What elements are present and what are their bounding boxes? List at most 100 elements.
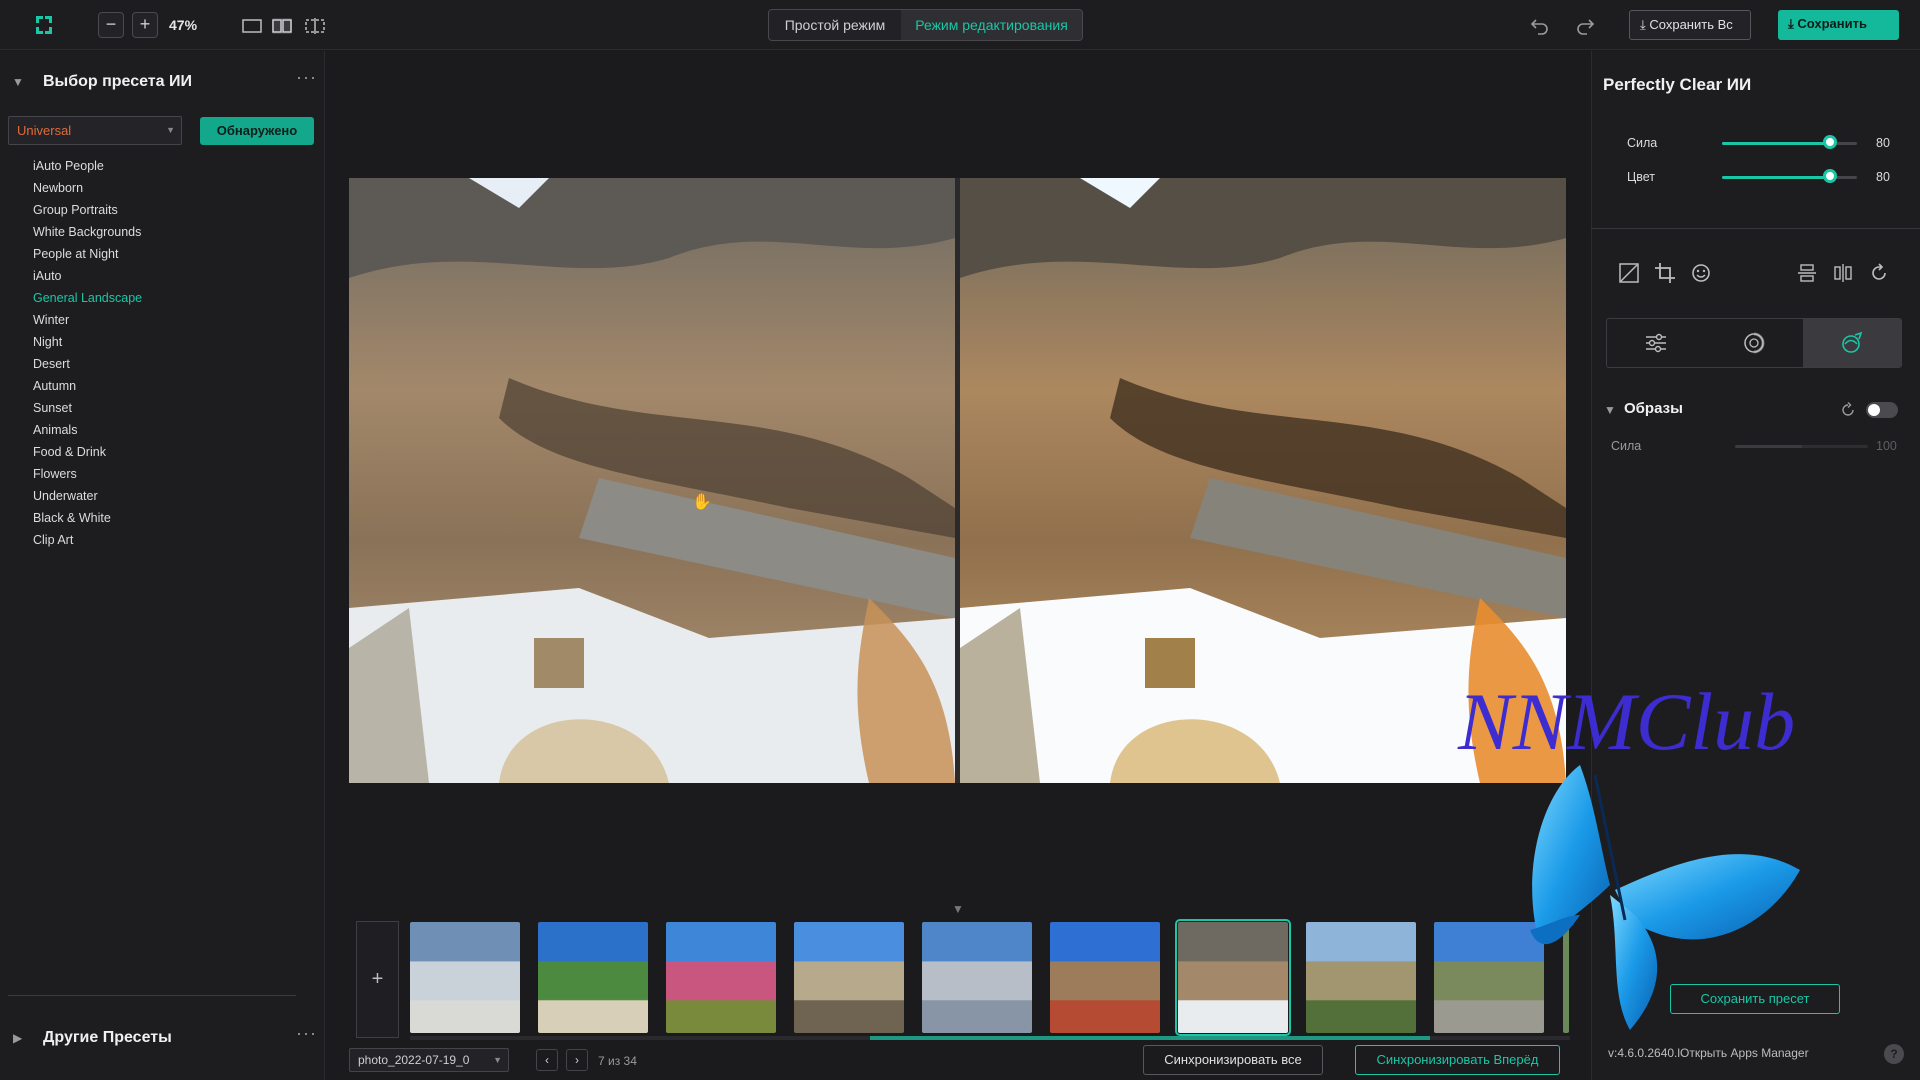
preset-item[interactable]: Desert [33, 353, 142, 375]
strength-slider-handle[interactable] [1823, 135, 1837, 149]
adjust-title: Perfectly Clear ИИ [1603, 75, 1752, 94]
color-value[interactable]: 80 [1876, 170, 1890, 184]
color-wheel-icon [1744, 332, 1765, 354]
sliders-icon [1646, 333, 1666, 353]
top-toolbar: − + 47% Простой режим Режим редактирован… [0, 0, 1920, 50]
zoom-level[interactable]: 47% [169, 17, 197, 33]
save-label: Сохранить [1797, 16, 1867, 31]
more-options-icon[interactable]: ··· [296, 1023, 317, 1044]
download-icon: ⤓ [1640, 17, 1646, 32]
toggle-knob [1868, 404, 1880, 416]
preset-item[interactable]: Clip Art [33, 529, 142, 551]
preset-item[interactable]: Black & White [33, 507, 142, 529]
hand-cursor-icon: ✋ [692, 494, 712, 511]
tab-color[interactable] [1705, 319, 1803, 367]
filmstrip-thumbnail[interactable] [794, 922, 904, 1033]
preset-item[interactable]: White Backgrounds [33, 221, 142, 243]
preset-item[interactable]: Food & Drink [33, 441, 142, 463]
filmstrip-thumbnail[interactable] [1050, 922, 1160, 1033]
collapse-arrow-icon[interactable]: ▼ [1604, 403, 1616, 417]
filmstrip-scroll-thumb[interactable] [870, 1036, 1430, 1040]
preset-select-value: Universal [17, 123, 72, 138]
looks-strength-label: Сила [1611, 439, 1642, 453]
single-view-icon[interactable] [242, 18, 262, 34]
previous-image-button[interactable]: ‹ [536, 1049, 558, 1071]
reset-icon[interactable] [1840, 402, 1856, 418]
butterfly-watermark-icon [1530, 765, 1800, 1030]
chevron-down-icon: ▼ [166, 125, 175, 135]
filmstrip-scrollbar[interactable] [410, 1036, 1570, 1040]
save-all-button[interactable]: ⤓ Сохранить Вс [1629, 10, 1751, 40]
more-options-icon[interactable]: ··· [296, 67, 317, 88]
preset-item[interactable]: iAuto People [33, 155, 142, 177]
redo-icon[interactable] [1574, 14, 1596, 36]
rotate-icon[interactable] [1868, 262, 1890, 284]
preset-item[interactable]: Sunset [33, 397, 142, 419]
panel-tabs [1606, 318, 1902, 368]
strength-value[interactable]: 80 [1876, 136, 1890, 150]
preset-item[interactable]: People at Night [33, 243, 142, 265]
color-slider-handle[interactable] [1823, 169, 1837, 183]
looks-toggle[interactable] [1866, 402, 1898, 418]
side-by-side-view-icon[interactable] [272, 18, 292, 34]
preset-item[interactable]: Group Portraits [33, 199, 142, 221]
strength-slider-label: Сила [1627, 136, 1658, 150]
filmstrip-thumbnail[interactable] [1175, 919, 1291, 1036]
preset-item[interactable]: Underwater [33, 485, 142, 507]
tab-looks[interactable] [1803, 319, 1901, 367]
preset-item[interactable]: Night [33, 331, 142, 353]
preset-select[interactable]: Universal ▼ [8, 116, 182, 145]
undo-icon[interactable] [1529, 14, 1551, 36]
filmstrip-thumbnail[interactable] [922, 922, 1032, 1033]
sync-all-button[interactable]: Синхронизировать все [1143, 1045, 1323, 1075]
filmstrip-thumbnail[interactable] [1306, 922, 1416, 1033]
help-icon[interactable]: ? [1884, 1044, 1904, 1064]
zoom-in-button[interactable]: + [132, 12, 158, 38]
color-slider-label: Цвет [1627, 170, 1656, 184]
looks-strength-slider[interactable] [1735, 445, 1868, 448]
curves-icon[interactable] [1618, 262, 1640, 284]
preset-item[interactable]: iAuto [33, 265, 142, 287]
ai-preset-title: Выбор пресета ИИ [43, 73, 192, 90]
filmstrip-toggle-icon[interactable]: ▼ [952, 902, 964, 916]
preset-list: iAuto People Newborn Group Portraits White … [33, 155, 142, 551]
flip-horizontal-icon[interactable] [1832, 262, 1854, 284]
flip-vertical-icon[interactable] [1796, 262, 1818, 284]
other-presets-title: Другие Пресеты [43, 1029, 172, 1046]
detected-button[interactable]: Обнаружено [200, 117, 314, 145]
save-button[interactable]: ⤓ Сохранить [1778, 10, 1899, 40]
filmstrip-thumbnail[interactable] [666, 922, 776, 1033]
expand-arrow-icon[interactable]: ▶ [13, 1031, 22, 1045]
preset-item[interactable]: Animals [33, 419, 142, 441]
preset-item[interactable]: Newborn [33, 177, 142, 199]
next-image-button[interactable]: › [566, 1049, 588, 1071]
preset-item[interactable]: General Landscape [33, 287, 142, 309]
looks-icon [1842, 331, 1863, 353]
crop-icon[interactable] [1654, 262, 1676, 284]
sync-forward-button[interactable]: Синхронизировать Вперёд [1355, 1045, 1560, 1075]
zoom-out-button[interactable]: − [98, 12, 124, 38]
face-icon[interactable] [1690, 262, 1712, 284]
edit-mode-tab[interactable]: Режим редактирования [901, 10, 1082, 40]
preset-item[interactable]: Autumn [33, 375, 142, 397]
preset-item[interactable]: Flowers [33, 463, 142, 485]
filename-select[interactable]: photo_2022-07-19_0 ▼ [349, 1048, 509, 1072]
filmstrip-thumbnail[interactable] [410, 922, 520, 1033]
app-logo-icon [36, 16, 52, 34]
filename-value: photo_2022-07-19_0 [358, 1053, 470, 1067]
preset-item[interactable]: Winter [33, 309, 142, 331]
add-image-button[interactable]: + [356, 921, 399, 1038]
preset-panel: ▼ Выбор пресета ИИ ··· Universal ▼ Обнар… [0, 51, 325, 1080]
simple-mode-tab[interactable]: Простой режим [769, 10, 901, 40]
collapse-arrow-icon[interactable]: ▼ [12, 75, 24, 89]
looks-strength-value[interactable]: 100 [1876, 439, 1897, 453]
tab-adjustments[interactable] [1607, 319, 1705, 367]
filmstrip-thumbnail[interactable] [538, 922, 648, 1033]
chevron-down-icon: ▼ [493, 1055, 502, 1065]
download-icon: ⤓ [1788, 16, 1794, 31]
photo-before[interactable] [349, 178, 955, 783]
split-view-icon[interactable] [305, 18, 325, 34]
save-all-label: Сохранить Вс [1649, 17, 1733, 32]
version-label[interactable]: v:4.6.0.2640.lОткрыть Apps Manager [1608, 1046, 1809, 1060]
divider [1591, 228, 1920, 229]
